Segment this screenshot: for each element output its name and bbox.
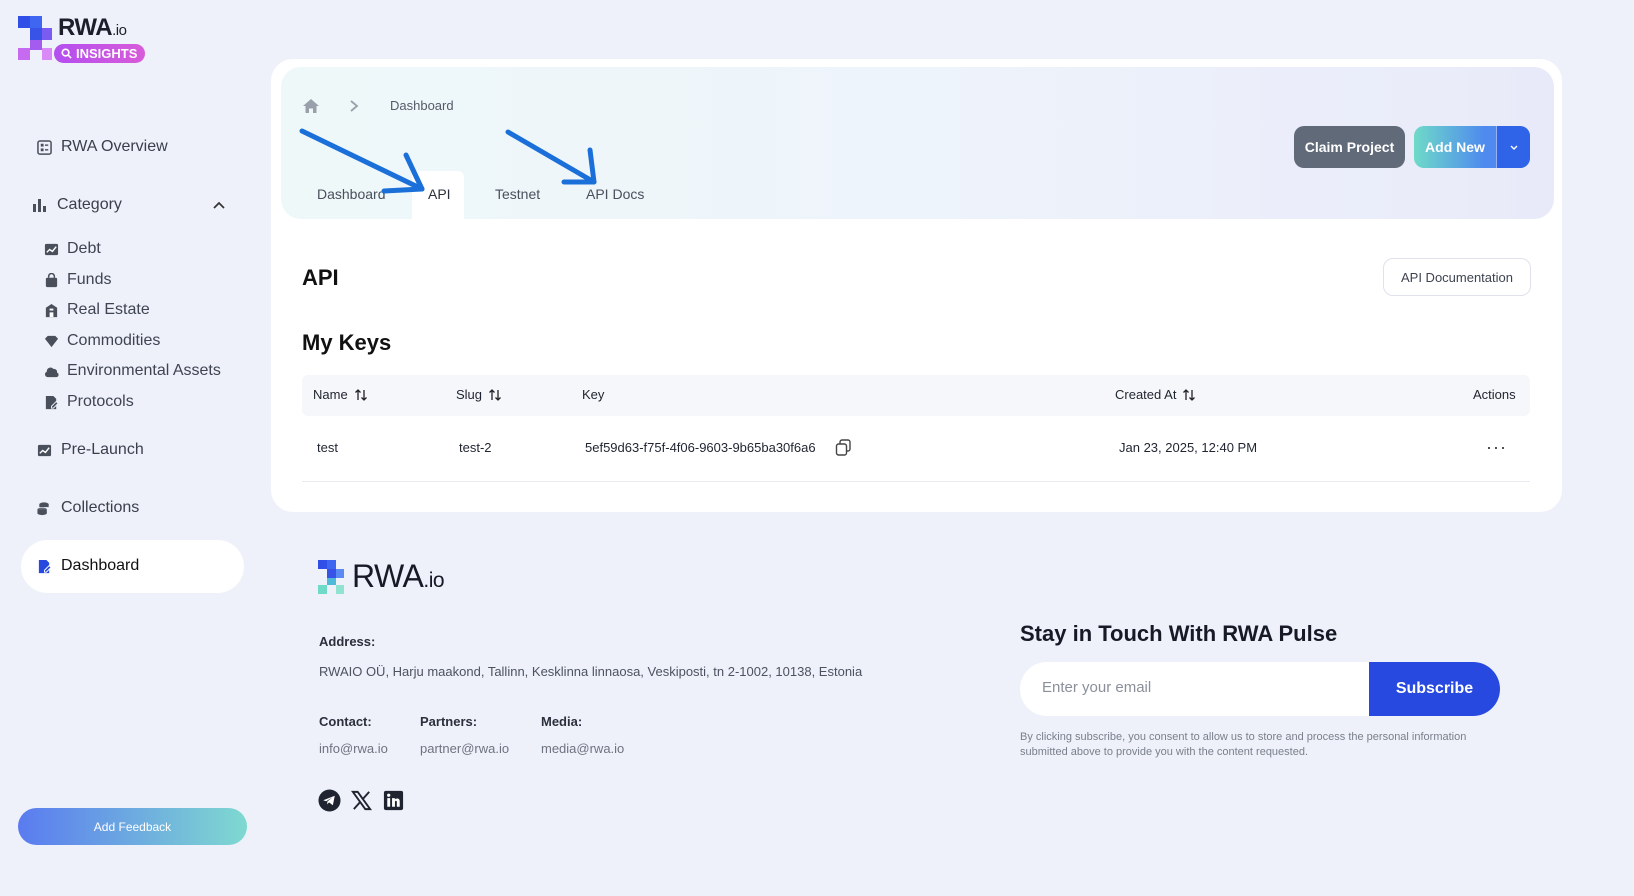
sidebar-subitem-label: Debt <box>67 240 101 257</box>
sidebar-subitem-real-estate[interactable]: Real Estate <box>43 301 150 319</box>
brand-name: RWA.io <box>58 14 127 41</box>
chevron-right-icon <box>350 100 359 112</box>
sidebar-subitem-commodities[interactable]: Commodities <box>43 332 160 350</box>
sidebar-subitem-label: Environmental Assets <box>67 362 221 379</box>
building-icon <box>43 302 59 318</box>
sidebar-item-label: Dashboard <box>61 557 140 574</box>
row-actions-menu-icon[interactable]: ··· <box>1486 437 1507 458</box>
address-label: Address: <box>319 634 376 649</box>
media-email-link[interactable]: media@rwa.io <box>541 741 624 756</box>
api-documentation-button[interactable]: API Documentation <box>1383 258 1531 296</box>
email-input[interactable] <box>1042 679 1362 696</box>
telegram-icon[interactable] <box>318 789 341 812</box>
sidebar-subitem-protocols[interactable]: Protocols <box>43 393 134 411</box>
rwa-logo-mark-icon <box>318 559 344 594</box>
add-new-label: Add New <box>1425 139 1485 155</box>
overview-icon <box>36 139 52 155</box>
linkedin-icon[interactable] <box>382 789 405 812</box>
document-icon <box>43 394 59 410</box>
sidebar-item-label: RWA Overview <box>61 138 168 155</box>
api-key-value: 5ef59d63-f75f-4f06-9603-9b65ba30f6a6 <box>585 440 816 455</box>
key-created-at-cell: Jan 23, 2025, 12:40 PM <box>1119 440 1258 455</box>
sidebar-subitem-label: Funds <box>67 271 112 288</box>
gem-icon <box>43 333 59 349</box>
sidebar-item-label: Category <box>57 196 122 213</box>
brand-logo[interactable]: RWA.io INSIGHTS <box>18 14 146 63</box>
sidebar-item-dashboard[interactable]: Dashboard <box>36 557 139 575</box>
insights-badge: INSIGHTS <box>54 44 146 63</box>
column-header-name[interactable]: Name <box>313 387 368 402</box>
coins-stack-icon <box>36 500 52 516</box>
contact-email-link[interactable]: info@rwa.io <box>319 741 388 756</box>
trend-icon <box>36 442 52 458</box>
sidebar-item-label: Collections <box>61 499 140 516</box>
bag-icon <box>43 272 59 288</box>
sidebar-subitem-label: Protocols <box>67 393 134 410</box>
footer-brand-name: RWA.io <box>352 558 445 594</box>
add-feedback-button[interactable]: Add Feedback <box>18 808 247 845</box>
bar-chart-icon <box>32 197 48 213</box>
add-new-button[interactable]: Add New <box>1414 126 1530 168</box>
column-header-actions: Actions <box>1473 387 1516 402</box>
footer-logo[interactable]: RWA.io <box>318 558 445 595</box>
column-header-key: Key <box>582 387 605 402</box>
consent-text: By clicking subscribe, you consent to al… <box>1020 731 1467 758</box>
section-title-api: API <box>302 265 339 290</box>
sort-icon <box>489 388 501 401</box>
sidebar-item-collections[interactable]: Collections <box>36 499 139 517</box>
sidebar-subitem-label: Commodities <box>67 332 161 349</box>
sidebar-item-pre-launch[interactable]: Pre-Launch <box>36 441 144 459</box>
sidebar-item-label: Pre-Launch <box>61 441 144 458</box>
media-label: Media: <box>541 714 583 729</box>
add-new-dropdown-toggle[interactable] <box>1496 126 1530 168</box>
section-title-my-keys: My Keys <box>302 330 392 355</box>
sort-icon <box>354 388 367 401</box>
partners-label: Partners: <box>420 714 478 729</box>
annotation-arrow-api-docs <box>505 129 597 185</box>
claim-project-button[interactable]: Claim Project <box>1294 126 1405 168</box>
chevron-up-icon[interactable] <box>212 198 226 212</box>
sidebar-item-category[interactable]: Category <box>32 196 122 214</box>
x-twitter-icon[interactable] <box>350 789 373 812</box>
column-header-slug[interactable]: Slug <box>456 387 502 402</box>
sidebar-subitem-funds[interactable]: Funds <box>43 271 111 289</box>
sort-icon <box>1183 388 1196 401</box>
annotation-arrow-api <box>299 128 425 194</box>
dashboard-edit-icon <box>36 558 52 574</box>
home-icon[interactable] <box>302 98 320 114</box>
column-header-created-at[interactable]: Created At <box>1115 387 1196 402</box>
sidebar-subitem-environmental-assets[interactable]: Environmental Assets <box>43 362 221 380</box>
newsletter-title: Stay in Touch With RWA Pulse <box>1020 621 1338 646</box>
address-text: RWAIO OÜ, Harju maakond, Tallinn, Keskli… <box>319 664 863 679</box>
cloud-icon <box>43 363 59 379</box>
contact-label: Contact: <box>319 714 372 729</box>
key-name-cell: test <box>317 440 338 455</box>
table-row-divider <box>302 481 1530 482</box>
chart-trend-icon <box>43 241 59 257</box>
sidebar: RWA.io INSIGHTS RWA Overview Category De… <box>0 0 270 896</box>
breadcrumb-current[interactable]: Dashboard <box>390 98 454 113</box>
rwa-logo-mark-icon <box>18 16 52 60</box>
sidebar-subitem-label: Real Estate <box>67 301 150 318</box>
sidebar-item-rwa-overview[interactable]: RWA Overview <box>36 138 168 156</box>
subscribe-button[interactable]: Subscribe <box>1369 662 1500 716</box>
sidebar-subitem-debt[interactable]: Debt <box>43 240 101 258</box>
key-slug-cell: test-2 <box>459 440 492 455</box>
copy-icon[interactable] <box>835 439 852 456</box>
partners-email-link[interactable]: partner@rwa.io <box>420 741 509 756</box>
chevron-down-icon <box>1510 145 1517 150</box>
search-icon <box>61 48 72 59</box>
